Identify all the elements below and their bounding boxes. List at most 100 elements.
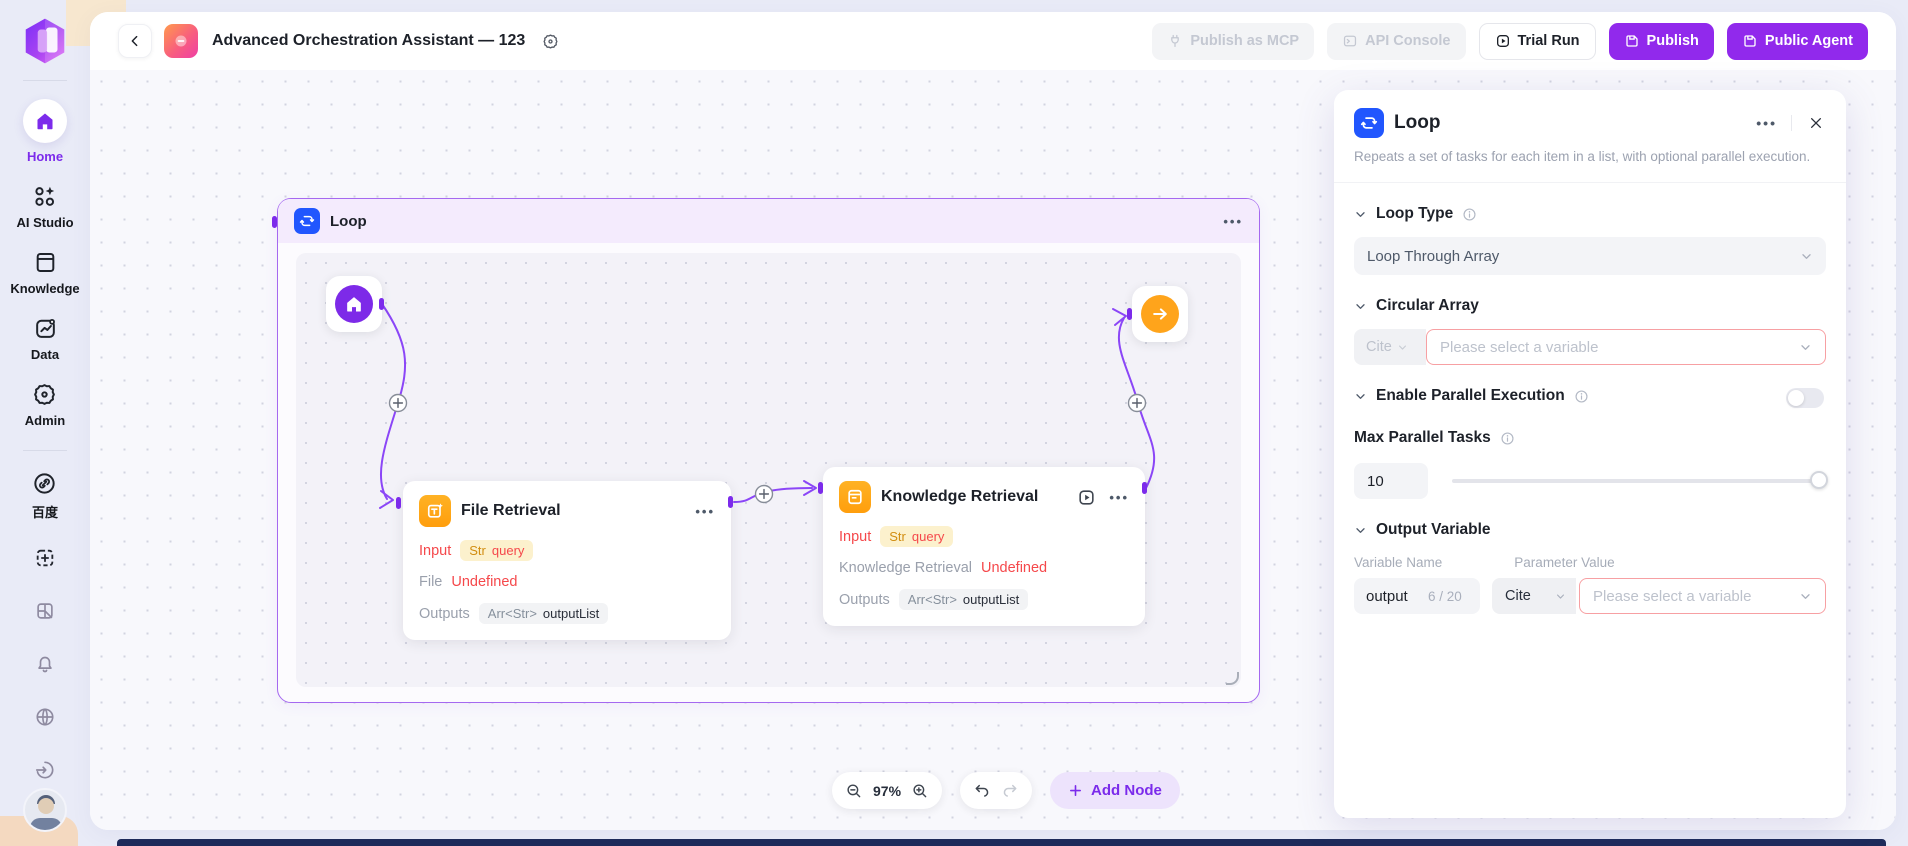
loop-icon xyxy=(1354,108,1384,138)
back-button[interactable] xyxy=(118,24,152,58)
sidebar-item-data[interactable]: Data xyxy=(31,316,59,362)
brand-logo-icon xyxy=(20,16,70,66)
char-counter: 6 / 20 xyxy=(1428,589,1462,604)
knowledge-source-row: Knowledge Retrieval Undefined xyxy=(839,560,1129,576)
loop-end-node[interactable] xyxy=(1132,286,1188,342)
knowledge-node-output-port[interactable] xyxy=(1142,482,1147,494)
loop-type-select[interactable]: Loop Through Array xyxy=(1354,237,1826,275)
save-icon xyxy=(1742,33,1758,49)
publish-as-mcp-label: Publish as MCP xyxy=(1190,33,1299,49)
loop-group-menu-button[interactable]: ••• xyxy=(1223,214,1243,229)
max-parallel-tasks-label: Max Parallel Tasks xyxy=(1354,429,1491,447)
sidebar-item-ai-studio[interactable]: AI Studio xyxy=(16,184,73,230)
zoom-controls: 97% xyxy=(832,772,942,809)
loop-input-port[interactable] xyxy=(272,216,277,228)
slider-handle[interactable] xyxy=(1810,471,1828,489)
logout-button[interactable] xyxy=(34,759,56,786)
file-outputs-row: Outputs Arr<Str> outputList xyxy=(419,603,715,624)
run-node-button[interactable] xyxy=(1075,486,1097,508)
ai-studio-icon xyxy=(32,184,57,209)
settings-button[interactable] xyxy=(537,28,563,54)
variable-placeholder: Please select a variable xyxy=(1593,588,1751,605)
info-icon xyxy=(1574,389,1589,404)
cite-type-select[interactable]: Cite xyxy=(1354,329,1426,365)
sidebar-item-admin[interactable]: Admin xyxy=(25,382,65,428)
loop-config-panel: Loop ••• Repeats a set of tasks for each… xyxy=(1334,90,1846,818)
end-node-input-port[interactable] xyxy=(1127,308,1132,320)
circular-array-variable-select[interactable]: Please select a variable xyxy=(1426,329,1826,365)
add-node-button[interactable]: Add Node xyxy=(1050,772,1180,809)
file-retrieval-icon xyxy=(419,495,451,527)
zoom-out-icon[interactable] xyxy=(845,782,863,800)
gear-icon xyxy=(542,33,559,50)
loop-type-section-header: Loop Type xyxy=(1354,205,1826,223)
knowledge-retrieval-icon xyxy=(839,481,871,513)
loop-start-node[interactable] xyxy=(326,276,382,332)
public-agent-button[interactable]: Public Agent xyxy=(1727,23,1868,60)
chevron-down-icon[interactable] xyxy=(1354,300,1367,313)
loop-type-value: Loop Through Array xyxy=(1367,248,1499,265)
undo-icon[interactable] xyxy=(973,782,991,800)
knowledge-retrieval-node[interactable]: Knowledge Retrieval ••• Input Str query xyxy=(823,467,1145,626)
outputs-badge: Arr<Str> outputList xyxy=(479,603,609,624)
close-panel-button[interactable] xyxy=(1806,113,1826,133)
play-square-icon xyxy=(1077,488,1096,507)
parameter-type-select[interactable]: Cite xyxy=(1492,578,1576,614)
chevron-down-icon[interactable] xyxy=(1354,208,1367,221)
cite-label: Cite xyxy=(1366,339,1392,355)
output-variable-column-labels: Variable Name Parameter Value xyxy=(1354,555,1826,570)
collect-plus-button[interactable] xyxy=(34,547,56,574)
trial-run-button[interactable]: Trial Run xyxy=(1479,23,1596,60)
zoom-in-icon[interactable] xyxy=(911,782,929,800)
variable-name-input[interactable] xyxy=(1366,588,1422,605)
file-node-output-port[interactable] xyxy=(728,496,733,508)
chevron-down-icon xyxy=(1800,250,1813,263)
file-retrieval-menu-button[interactable]: ••• xyxy=(695,504,715,519)
sidebar-item-knowledge-label: Knowledge xyxy=(10,281,79,296)
zoom-level: 97% xyxy=(873,783,901,799)
chevron-down-icon xyxy=(1397,342,1408,353)
chevron-down-icon[interactable] xyxy=(1354,524,1367,537)
publish-button[interactable]: Publish xyxy=(1609,23,1714,60)
outputs-label: Outputs xyxy=(839,592,890,608)
file-retrieval-node[interactable]: File Retrieval ••• Input Str query File … xyxy=(403,481,731,640)
user-avatar[interactable] xyxy=(23,788,67,832)
max-parallel-tasks-slider[interactable] xyxy=(1452,479,1826,483)
book-icon xyxy=(33,250,58,275)
save-icon xyxy=(1624,33,1640,49)
language-button[interactable] xyxy=(34,706,56,733)
api-console-label: API Console xyxy=(1365,33,1450,49)
loop-group-header[interactable]: Loop ••• xyxy=(278,199,1259,243)
loop-type-label: Loop Type xyxy=(1376,205,1453,223)
api-console-button[interactable]: API Console xyxy=(1327,23,1465,60)
publish-as-mcp-button[interactable]: Publish as MCP xyxy=(1152,23,1314,60)
file-node-input-port[interactable] xyxy=(396,497,401,509)
sidebar-item-ai-studio-label: AI Studio xyxy=(16,215,73,230)
knowledge-retrieval-label: Knowledge Retrieval xyxy=(839,560,972,576)
parameter-value-label: Parameter Value xyxy=(1514,555,1614,570)
file-retrieval-header: File Retrieval ••• xyxy=(419,495,715,527)
redo-icon[interactable] xyxy=(1001,782,1019,800)
play-square-icon xyxy=(1495,33,1511,49)
start-node-output-port[interactable] xyxy=(379,298,384,310)
sidebar-item-data-label: Data xyxy=(31,347,59,362)
variable-placeholder: Please select a variable xyxy=(1440,339,1598,356)
sidebar-item-baidu[interactable]: 百度 xyxy=(32,471,58,521)
parallel-execution-toggle[interactable] xyxy=(1786,388,1824,408)
file-value: Undefined xyxy=(451,574,517,590)
max-parallel-tasks-input[interactable] xyxy=(1354,463,1428,499)
knowledge-retrieval-header: Knowledge Retrieval ••• xyxy=(839,481,1129,513)
globe-icon xyxy=(34,706,56,728)
knowledge-node-input-port[interactable] xyxy=(818,482,823,494)
cite-label: Cite xyxy=(1505,588,1531,604)
chevron-down-icon[interactable] xyxy=(1354,390,1367,403)
sidebar-item-knowledge[interactable]: Knowledge xyxy=(10,250,79,296)
knowledge-retrieval-menu-button[interactable]: ••• xyxy=(1109,490,1129,505)
panel-menu-button[interactable]: ••• xyxy=(1756,115,1777,131)
palette-button[interactable] xyxy=(34,600,56,627)
output-variable-select[interactable]: Please select a variable xyxy=(1579,578,1826,614)
sidebar-item-home[interactable] xyxy=(23,99,67,143)
avatar-face xyxy=(38,798,54,814)
terminal-icon xyxy=(1342,33,1358,49)
notifications-button[interactable] xyxy=(34,653,56,680)
